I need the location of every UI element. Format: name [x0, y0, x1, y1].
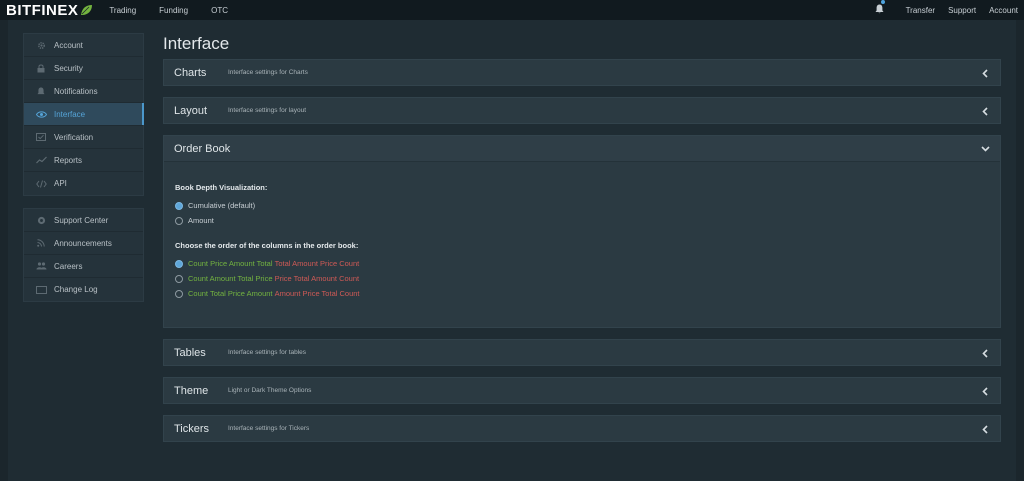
radio-button[interactable]: [175, 274, 183, 283]
depth-visualization-label: Book Depth Visualization:: [175, 183, 268, 192]
chevron-left-icon[interactable]: [980, 348, 990, 358]
nav-transfer[interactable]: Transfer: [906, 6, 936, 15]
nav-support[interactable]: Support: [948, 6, 976, 15]
depth-option-cumulative[interactable]: Cumulative (default): [175, 198, 1000, 213]
sidebar-item-verification[interactable]: Verification: [24, 126, 143, 149]
sidebar-item-label: Change Log: [54, 285, 98, 294]
sidebar-item-label: Interface: [54, 109, 86, 119]
nav-trading[interactable]: Trading: [109, 6, 136, 15]
panel-theme[interactable]: Theme Light or Dark Theme Options: [163, 377, 1001, 404]
sidebar-item-change-log[interactable]: Change Log: [24, 278, 143, 301]
bell-icon: [35, 86, 47, 96]
check-icon: [35, 132, 47, 142]
bitfinex-logo[interactable]: BITFINEX: [6, 2, 93, 19]
panel-description: Light or Dark Theme Options: [228, 387, 312, 394]
sidebar-item-label: Verification: [54, 132, 94, 142]
ask-columns: Amount Price Total Count: [274, 289, 360, 298]
column-order-option-2[interactable]: Count Amount Total Price Price Total Amo…: [175, 271, 1000, 286]
panel-description: Interface settings for tables: [228, 349, 307, 356]
panel-title: Layout: [174, 104, 208, 117]
panel-title: Theme: [174, 384, 209, 397]
ask-columns: Price Total Amount Count: [274, 274, 360, 283]
chevron-left-icon[interactable]: [980, 106, 990, 116]
sidebar-item-account[interactable]: Account: [24, 34, 143, 57]
nav-account[interactable]: Account: [989, 6, 1018, 15]
bid-columns: Count Price Amount Total: [188, 259, 273, 268]
settings-sidebar: Account Security Notifications Interface…: [23, 33, 144, 302]
radio-button[interactable]: [175, 216, 183, 225]
sidebar-help-group: Support Center Announcements Careers Cha…: [23, 208, 144, 302]
sidebar-item-support-center[interactable]: Support Center: [24, 209, 143, 232]
sidebar-item-careers[interactable]: Careers: [24, 255, 143, 278]
top-nav-bar: BITFINEX Trading Funding OTC Transfer Su…: [0, 0, 1024, 20]
panel-title: Order Book: [174, 142, 231, 155]
code-icon: [35, 179, 47, 189]
sidebar-item-label: Announcements: [54, 238, 112, 248]
column-order-option-3[interactable]: Count Total Price Amount Amount Price To…: [175, 286, 1000, 301]
panel-charts[interactable]: Charts Interface settings for Charts: [163, 59, 1001, 86]
column-order-label: Choose the order of the columns in the o…: [175, 241, 359, 250]
bid-columns: Count Amount Total Price: [188, 274, 273, 283]
sidebar-item-label: Reports: [54, 155, 83, 165]
notification-dot: [880, 0, 885, 4]
bid-columns: Count Total Price Amount: [188, 289, 273, 298]
panel-header[interactable]: Order Book: [164, 136, 1000, 162]
nav-otc[interactable]: OTC: [211, 6, 228, 15]
panel-order-book: Order Book Book Depth Visualization: Cum…: [163, 135, 1001, 328]
eye-icon: [35, 109, 47, 119]
column-order-option-1[interactable]: Count Price Amount Total Total Amount Pr…: [175, 256, 1000, 271]
list-icon: [35, 285, 47, 295]
lifebuoy-icon: [35, 215, 47, 225]
sidebar-item-api[interactable]: API: [24, 172, 143, 195]
sidebar-item-security[interactable]: Security: [24, 57, 143, 80]
sidebar-item-label: Security: [54, 63, 83, 73]
sidebar-item-reports[interactable]: Reports: [24, 149, 143, 172]
option-label: Cumulative (default): [188, 201, 256, 210]
page-title: Interface: [163, 34, 230, 53]
sidebar-item-announcements[interactable]: Announcements: [24, 232, 143, 255]
gear-icon: [35, 40, 47, 50]
sidebar-item-label: API: [54, 179, 67, 188]
lock-icon: [35, 63, 47, 73]
depth-option-amount[interactable]: Amount: [175, 213, 1000, 228]
panel-layout[interactable]: Layout Interface settings for layout: [163, 97, 1001, 124]
sidebar-item-label: Account: [54, 40, 83, 50]
chevron-down-icon[interactable]: [980, 144, 990, 154]
radio-button[interactable]: [175, 259, 183, 268]
sidebar-settings-group: Account Security Notifications Interface…: [23, 33, 144, 196]
users-icon: [35, 261, 47, 271]
notifications-bell-icon[interactable]: [875, 0, 885, 19]
sidebar-item-interface[interactable]: Interface: [24, 103, 144, 126]
panel-description: Interface settings for Charts: [228, 69, 308, 76]
option-label: Amount: [188, 216, 214, 225]
radio-button[interactable]: [175, 201, 183, 210]
sidebar-item-notifications[interactable]: Notifications: [24, 80, 143, 103]
sidebar-item-label: Careers: [54, 261, 83, 271]
panel-tables[interactable]: Tables Interface settings for tables: [163, 339, 1001, 366]
panel-description: Interface settings for layout: [228, 107, 307, 114]
ask-columns: Total Amount Price Count: [274, 259, 360, 268]
leaf-icon: [81, 5, 93, 15]
radio-button[interactable]: [175, 289, 183, 298]
panel-title: Tickers: [174, 422, 210, 435]
brand-name: BITFINEX: [6, 1, 79, 19]
nav-funding[interactable]: Funding: [159, 6, 188, 15]
rss-icon: [35, 238, 47, 248]
chevron-left-icon[interactable]: [980, 68, 990, 78]
panel-title: Tables: [174, 346, 206, 359]
panel-description: Interface settings for Tickers: [228, 425, 310, 432]
interface-settings: Interface Charts Interface settings for …: [163, 33, 1001, 453]
panel-title: Charts: [174, 66, 207, 79]
panel-tickers[interactable]: Tickers Interface settings for Tickers: [163, 415, 1001, 442]
sidebar-item-label: Notifications: [54, 86, 98, 96]
chevron-left-icon[interactable]: [980, 424, 990, 434]
sidebar-item-label: Support Center: [54, 215, 109, 225]
chart-icon: [35, 155, 47, 165]
chevron-left-icon[interactable]: [980, 386, 990, 396]
